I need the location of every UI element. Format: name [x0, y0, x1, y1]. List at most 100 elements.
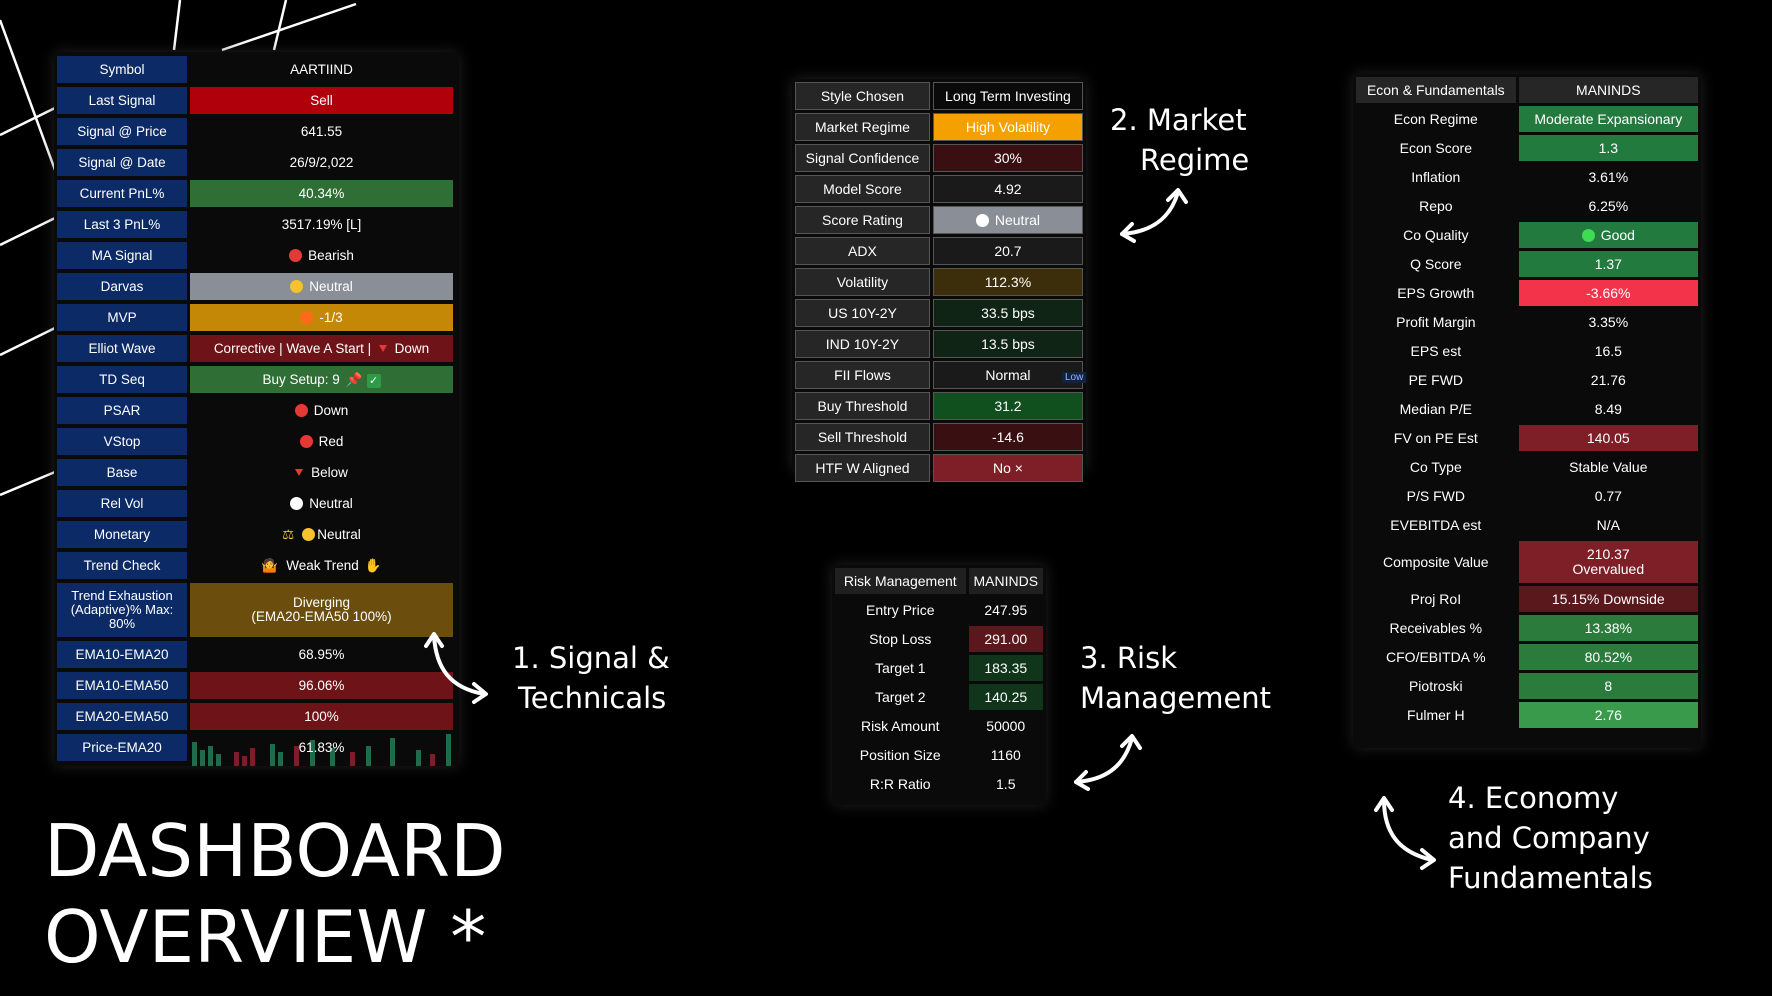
table-row: Target 1 183.35: [835, 655, 1043, 681]
row-value: Stable Value: [1569, 459, 1648, 475]
row-value: Diverging (EMA20-EMA50 100%): [190, 583, 453, 637]
row-value: 140.25: [968, 684, 1043, 710]
row-label: Score Rating: [795, 206, 930, 234]
table-row: Elliot Wave Corrective | Wave A Start | …: [57, 335, 453, 362]
row-label: Target 2: [874, 689, 926, 705]
row-label: Model Score: [795, 175, 930, 203]
table-row: Sell Threshold -14.6: [795, 423, 1083, 451]
table-row: Co Type Stable Value: [1356, 454, 1698, 480]
row-value: 2.76: [1518, 702, 1698, 728]
table-row: Position Size 1160: [835, 742, 1043, 768]
table-row: Price-EMA20 61.83%: [57, 734, 453, 761]
row-value: Neutral: [309, 496, 353, 511]
row-label: EMA10-EMA50: [57, 672, 187, 699]
row-label: MA Signal: [57, 242, 187, 269]
check-icon: ✓: [366, 373, 381, 388]
row-label: Price-EMA20: [57, 734, 187, 761]
table-row: EMA10-EMA20 68.95%: [57, 641, 453, 668]
caption-risk-management: 3. Risk Management: [1080, 638, 1271, 718]
row-value: 3517.19% [L]: [281, 217, 362, 232]
signal-technicals-panel: Symbol AARTIIND Last Signal Sell Signal …: [54, 52, 459, 766]
table-row: PE FWD 21.76: [1356, 367, 1698, 393]
row-label: TD Seq: [57, 366, 187, 393]
row-value: 96.06%: [190, 672, 453, 699]
curved-arrow-icon: [1074, 734, 1142, 791]
row-label: Signal @ Date: [57, 149, 187, 176]
white-dot-icon: [975, 214, 989, 227]
table-row: Volatility 112.3%: [795, 268, 1083, 296]
row-value: Normal: [932, 361, 1083, 389]
table-row: Risk Amount 50000: [835, 713, 1043, 739]
table-row: Entry Price 247.95: [835, 597, 1043, 623]
row-label: Trend Exhaustion (Adaptive)% Max: 80%: [57, 583, 187, 637]
row-label: Inflation: [1411, 169, 1461, 185]
table-row: Composite Value 210.37 Overvalued: [1356, 541, 1698, 583]
table-row: Econ Score 1.3: [1356, 135, 1698, 161]
row-label: MVP: [57, 304, 187, 331]
title-line: OVERVIEW *: [44, 895, 487, 979]
caption-line: and Company: [1448, 821, 1650, 855]
row-value: 13.38%: [1518, 615, 1698, 641]
table-row: US 10Y-2Y 33.5 bps: [795, 299, 1083, 327]
table-row: Trend Check 🤷 Weak Trend ✋: [57, 552, 453, 579]
row-label: Rel Vol: [57, 490, 187, 517]
row-value-cell: Buy Setup: 9 📌 ✓: [190, 366, 453, 393]
row-value: 100%: [190, 703, 453, 730]
row-label: FII Flows: [795, 361, 930, 389]
orange-dot-icon: [300, 311, 314, 324]
row-value: 183.35: [968, 655, 1043, 681]
caption-market-regime: 2. Market Regime: [1110, 100, 1249, 180]
curved-arrow-icon: [424, 632, 488, 704]
row-value: 641.55: [300, 124, 343, 139]
row-label: HTF W Aligned: [795, 454, 930, 482]
row-label: Q Score: [1410, 256, 1462, 272]
dashboard-title: DASHBOARD OVERVIEW *: [44, 808, 506, 980]
last-signal-value: Sell: [190, 87, 453, 114]
table-row: Econ Regime Moderate Expansionary: [1356, 106, 1698, 132]
caption-line: Management: [1080, 681, 1272, 715]
table-row: MA Signal Bearish: [57, 242, 453, 269]
row-value: Weak Trend: [286, 557, 359, 573]
row-label: Proj RoI: [1410, 591, 1462, 607]
row-value: 1.3: [1518, 135, 1698, 161]
row-value: 31.2: [932, 392, 1083, 420]
row-label: Econ & Fundamentals: [1356, 77, 1516, 103]
row-value: -14.6: [932, 423, 1083, 451]
table-row: EPS est 16.5: [1356, 338, 1698, 364]
row-value: 4.92: [932, 175, 1083, 203]
table-row: Base Below: [57, 459, 453, 486]
row-value: 21.76: [1590, 372, 1626, 388]
symbol-value: AARTIIND: [190, 56, 453, 83]
row-value: 0.77: [1594, 488, 1622, 504]
market-regime-panel: Style Chosen Long Term Investing Market R…: [792, 79, 1086, 482]
row-label: Fulmer H: [1407, 707, 1465, 723]
symbol-label: Symbol: [57, 56, 187, 83]
green-dot-icon: [1581, 229, 1595, 242]
table-row: Current PnL% 40.34%: [57, 180, 453, 207]
scales-icon: ⚖: [282, 526, 295, 542]
table-row: Signal @ Date 26/9/2,022: [57, 149, 453, 176]
row-value: 1.5: [996, 776, 1016, 792]
table-row: FV on PE Est 140.05: [1356, 425, 1698, 451]
row-value: 3.35%: [1588, 314, 1629, 330]
row-value: 80.52%: [1518, 644, 1698, 670]
row-label: Buy Threshold: [795, 392, 930, 420]
econ-table: Econ & Fundamentals MANINDS Econ Regime Mo…: [1353, 74, 1701, 731]
row-value: 1.37: [1518, 251, 1698, 277]
row-value: -1/3: [319, 310, 343, 325]
table-row: R:R Ratio 1.5: [835, 771, 1043, 797]
table-row: P/S FWD 0.77: [1356, 483, 1698, 509]
down-triangle-icon: [295, 469, 304, 476]
shrug-icon: 🤷: [261, 557, 279, 573]
row-value: 13.5 bps: [932, 330, 1083, 358]
row-label: Econ Score: [1399, 140, 1472, 156]
down-triangle-icon: [378, 345, 387, 352]
row-value-extra: Down: [394, 341, 430, 356]
table-row: VStop Red: [57, 428, 453, 455]
table-row: Q Score 1.37: [1356, 251, 1698, 277]
row-value: Corrective | Wave A Start |: [213, 341, 372, 356]
table-row: Last Signal Sell: [57, 87, 453, 114]
row-label: Position Size: [859, 747, 941, 763]
row-value: -3.66%: [1518, 280, 1698, 306]
caption-signal-technicals: 1. Signal & Technicals: [512, 638, 670, 718]
